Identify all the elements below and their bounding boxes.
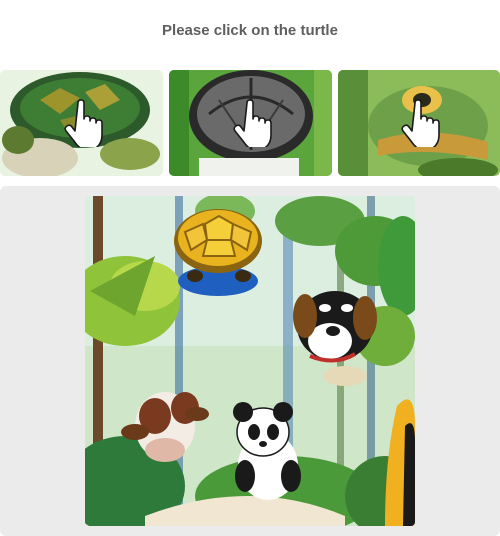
pointer-hand-icon: [63, 99, 103, 147]
example-thumbnail-3: [338, 70, 500, 176]
captcha-prompt: Please click on the turtle: [162, 22, 338, 39]
example-thumbnail-2: [169, 70, 332, 176]
jungle-scene[interactable]: [85, 196, 415, 526]
example-thumbnails: [0, 70, 500, 176]
panda-distractor[interactable]: [233, 402, 301, 500]
pointer-hand-icon: [232, 99, 272, 147]
turtle-target[interactable]: [174, 209, 262, 296]
captcha-panel: [0, 186, 500, 536]
pointer-hand-icon: [401, 99, 440, 147]
example-thumbnail-1: [0, 70, 163, 176]
captcha-challenge-image[interactable]: [85, 196, 415, 526]
